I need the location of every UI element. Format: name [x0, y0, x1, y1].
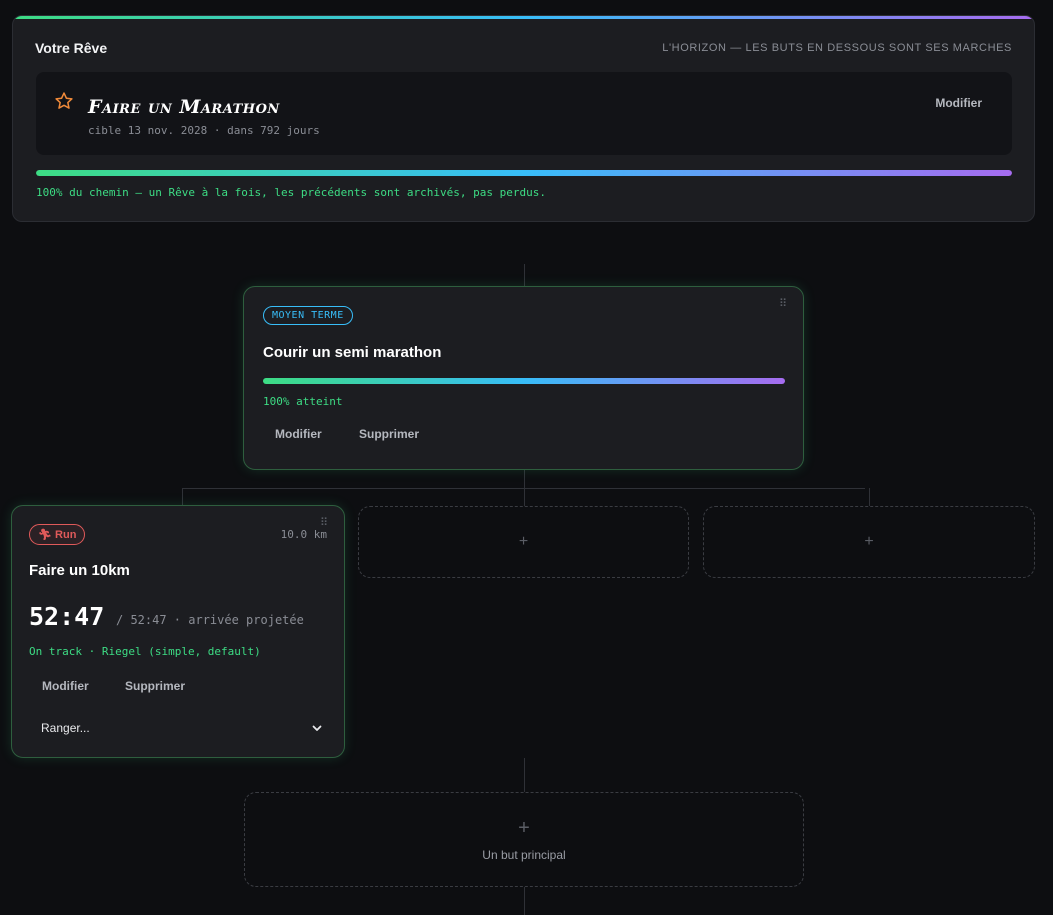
dream-goal-panel: Faire un Marathon cible 13 nov. 2028 · d…: [36, 72, 1012, 155]
run-archive-select-value: Ranger...: [41, 721, 90, 735]
mid-term-progress-fill: [263, 378, 785, 384]
star-icon: [55, 92, 73, 109]
plus-icon: +: [518, 533, 529, 550]
dream-edit-button[interactable]: Modifier: [935, 96, 982, 110]
plus-icon: +: [864, 533, 874, 550]
dream-goal-target: cible 13 nov. 2028 · dans 792 jours: [88, 124, 320, 137]
plus-icon: +: [518, 817, 530, 839]
runner-icon: 🏃︎: [38, 529, 52, 541]
connector-line: [869, 488, 870, 506]
drag-handle-icon[interactable]: ⠿: [320, 518, 328, 529]
connector-line: [524, 887, 525, 915]
run-target-time: 52:47: [29, 602, 105, 631]
dream-progress-bar: [36, 170, 1012, 176]
add-goal-slot[interactable]: +: [703, 506, 1035, 578]
mid-term-goal-card: ⠿ MOYEN TERME Courir un semi marathon 10…: [243, 286, 804, 470]
run-distance: 10.0 km: [280, 528, 327, 541]
run-title: Faire un 10km: [29, 562, 130, 579]
chevron-down-icon: [312, 725, 322, 731]
mid-term-edit-button[interactable]: Modifier: [275, 427, 322, 441]
dream-title: Votre Rêve: [35, 40, 108, 56]
dream-progress-fill: [36, 170, 1012, 176]
mid-term-title: Courir un semi marathon: [263, 344, 442, 361]
run-tag-label: Run: [55, 529, 77, 541]
run-projection: / 52:47 · arrivée projetée: [116, 613, 304, 627]
add-main-goal-label: Un but principal: [482, 848, 566, 862]
run-tag: 🏃︎ Run: [29, 524, 86, 545]
add-main-goal-slot[interactable]: + Un but principal: [244, 792, 804, 887]
connector-line: [524, 470, 525, 489]
mid-term-delete-button[interactable]: Supprimer: [359, 427, 419, 441]
run-delete-button[interactable]: Supprimer: [125, 679, 185, 693]
run-archive-select[interactable]: Ranger...: [29, 713, 329, 743]
mid-term-tag: MOYEN TERME: [263, 306, 353, 325]
mid-term-progress-bar: [263, 378, 785, 384]
connector-line: [182, 488, 183, 505]
drag-handle-icon[interactable]: ⠿: [779, 299, 787, 310]
run-goal-card: ⠿ 🏃︎ Run 10.0 km Faire un 10km 52:47 / 5…: [11, 505, 345, 758]
dream-gradient-bar: [13, 16, 1034, 19]
mid-term-progress-note: 100% atteint: [263, 395, 343, 408]
connector-line: [524, 488, 525, 506]
run-status: On track · Riegel (simple, default): [29, 645, 261, 658]
dream-card: Votre Rêve L'HORIZON — LES BUTS EN DESSO…: [12, 15, 1035, 222]
connector-line: [524, 758, 525, 792]
dream-horizon-caption: L'HORIZON — LES BUTS EN DESSOUS SONT SES…: [662, 42, 1012, 54]
add-goal-slot[interactable]: +: [358, 506, 689, 578]
connector-line: [524, 264, 525, 286]
run-edit-button[interactable]: Modifier: [42, 679, 89, 693]
dream-goal-name: Faire un Marathon: [88, 96, 280, 118]
dream-progress-note: 100% du chemin — un Rêve à la fois, les …: [36, 186, 546, 199]
